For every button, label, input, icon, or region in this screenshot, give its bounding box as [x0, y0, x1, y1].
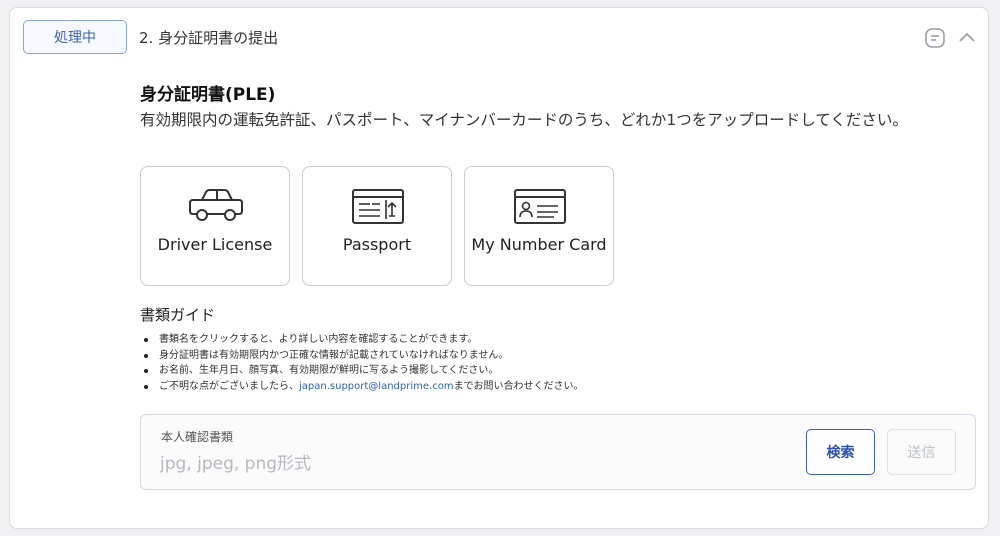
driver-license-label: Driver License: [157, 235, 273, 254]
car-icon: [189, 189, 243, 221]
driver-license-option[interactable]: Driver License: [140, 166, 290, 286]
upload-field: 本人確認書類 検索 送信: [140, 414, 976, 490]
guide-item: ご不明な点がございましたら、japan.support@landprime.co…: [140, 379, 584, 395]
document-icon[interactable]: [923, 26, 947, 50]
guide-title: 書類ガイド: [140, 306, 216, 324]
file-input[interactable]: [160, 449, 780, 479]
upload-field-label: 本人確認書類: [161, 430, 234, 444]
my-number-card-label: My Number Card: [471, 235, 607, 254]
guide-item-prefix: ご不明な点がございましたら、: [159, 380, 299, 392]
my-number-card-option[interactable]: My Number Card: [464, 166, 614, 286]
guide-list: 書類名をクリックすると、より詳しい内容を確認することができます。 身分証明書は有…: [140, 332, 584, 394]
id-card-icon: [514, 189, 566, 224]
document-submission-card: 処理中 2. 身分証明書の提出 身分証明書(PLE) 有効期限内の運転免許証、パ…: [9, 7, 989, 529]
guide-item: お名前、生年月日、顔写真、有効期限が鮮明に写るよう撮影してください。: [140, 363, 584, 379]
passport-option[interactable]: Passport: [302, 166, 452, 286]
search-button[interactable]: 検索: [806, 429, 875, 475]
chevron-up-icon[interactable]: [956, 27, 978, 49]
send-button[interactable]: 送信: [887, 429, 956, 475]
section-title: 身分証明書(PLE): [140, 85, 276, 105]
guide-item-suffix: までお問い合わせください。: [453, 380, 584, 392]
guide-item: 書類名をクリックすると、より詳しい内容を確認することができます。: [140, 332, 584, 348]
support-email-link[interactable]: japan.support@landprime.com: [299, 381, 454, 392]
section-description: 有効期限内の運転免許証、パスポート、マイナンバーカードのうち、どれか1つをアップ…: [140, 111, 908, 129]
status-badge: 処理中: [23, 20, 127, 54]
guide-item: 身分証明書は有効期限内かつ正確な情報が記載されていなければなりません。: [140, 348, 584, 364]
passport-icon: [352, 189, 404, 224]
step-title: 2. 身分証明書の提出: [139, 29, 279, 47]
passport-label: Passport: [342, 235, 412, 254]
